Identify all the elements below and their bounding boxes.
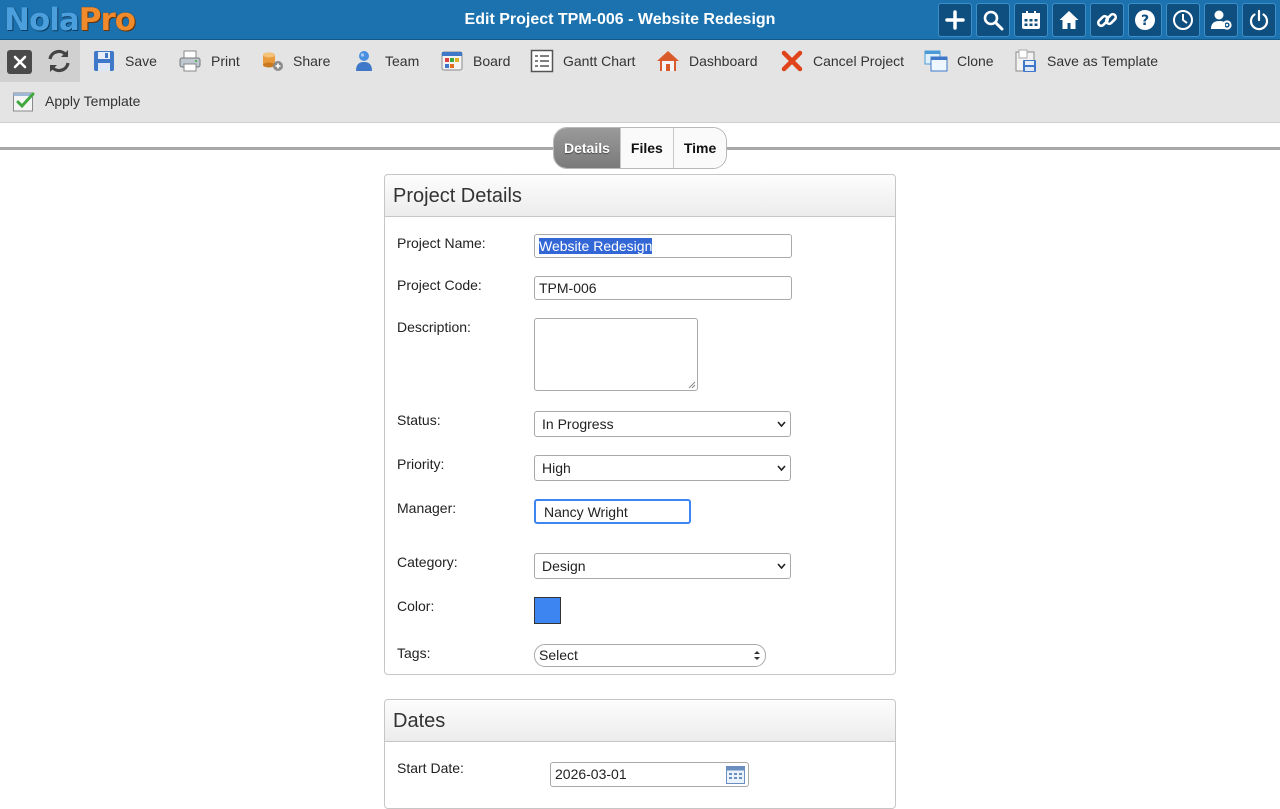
chevron-down-icon — [777, 465, 786, 472]
start-date-value: 2026-03-01 — [555, 766, 627, 782]
gantt-chart-button[interactable]: Gantt Chart — [530, 41, 635, 81]
tab-details[interactable]: Details — [554, 128, 620, 168]
cancel-project-label: Cancel Project — [813, 53, 905, 69]
close-icon[interactable] — [7, 50, 32, 74]
team-label: Team — [385, 53, 420, 69]
dates-panel: Dates Start Date: 2026-03-01 — [384, 699, 896, 809]
gantt-chart-label: Gantt Chart — [563, 53, 636, 69]
save-button[interactable]: Save — [92, 41, 157, 81]
page-title: Edit Project TPM-006 - Website Redesign — [464, 11, 776, 28]
save-template-icon — [1015, 49, 1036, 72]
plus-icon[interactable] — [938, 3, 972, 37]
user-settings-icon[interactable] — [1204, 3, 1238, 37]
share-icon — [263, 52, 283, 71]
category-value: Design — [542, 558, 586, 574]
view-tabs: Details Files Time — [553, 127, 728, 169]
project-name-value: Website Redesign — [539, 238, 653, 254]
manager-input[interactable]: Nancy Wright — [534, 499, 691, 524]
clone-label: Clone — [957, 53, 994, 69]
print-button[interactable]: Print — [178, 41, 240, 81]
status-select[interactable]: In Progress — [534, 411, 791, 437]
gantt-chart-icon — [530, 49, 554, 73]
cancel-x-icon — [781, 50, 803, 72]
status-label: Status: — [397, 412, 441, 428]
power-icon[interactable] — [1242, 3, 1276, 37]
description-textarea[interactable] — [534, 318, 698, 391]
tags-label: Tags: — [397, 645, 431, 661]
svg-text:?: ? — [1141, 13, 1149, 29]
apply-template-icon — [13, 92, 35, 112]
team-icon — [356, 51, 372, 71]
refresh-icon[interactable] — [45, 47, 73, 75]
sort-arrows-icon — [754, 651, 760, 660]
project-name-input[interactable]: Website Redesign — [534, 234, 792, 258]
toolbar-left-controls — [0, 40, 80, 82]
category-select[interactable]: Design — [534, 553, 791, 579]
status-value: In Progress — [542, 416, 614, 432]
clock-icon[interactable] — [1166, 3, 1200, 37]
clone-icon — [924, 50, 948, 72]
nolapro-logo[interactable]: NolaPro — [4, 1, 136, 39]
apply-template-button[interactable]: Apply Template — [12, 81, 140, 121]
project-name-label: Project Name: — [397, 235, 486, 251]
save-as-template-button[interactable]: Save as Template — [1014, 41, 1158, 81]
share-button[interactable]: Share — [260, 41, 330, 81]
priority-select[interactable]: High — [534, 455, 791, 481]
help-icon[interactable]: ? — [1128, 3, 1162, 37]
description-label: Description: — [397, 319, 471, 335]
home-icon[interactable] — [1052, 3, 1086, 37]
share-label: Share — [293, 53, 331, 69]
dashboard-home-icon — [657, 51, 679, 71]
dates-heading: Dates — [385, 700, 895, 742]
link-icon[interactable] — [1090, 3, 1124, 37]
color-label: Color: — [397, 598, 435, 614]
cancel-project-button[interactable]: Cancel Project — [780, 41, 904, 81]
save-icon — [94, 51, 114, 71]
print-label: Print — [211, 53, 240, 69]
start-date-label: Start Date: — [397, 760, 464, 776]
header-icon-bar: ? — [934, 3, 1276, 37]
project-code-label: Project Code: — [397, 277, 482, 293]
dashboard-label: Dashboard — [689, 53, 758, 69]
priority-label: Priority: — [397, 456, 445, 472]
apply-template-label: Apply Template — [45, 93, 141, 109]
printer-icon — [179, 50, 201, 72]
save-as-template-label: Save as Template — [1047, 53, 1159, 69]
project-details-heading: Project Details — [385, 175, 895, 217]
tags-value: Select — [539, 647, 578, 663]
calendar-picker-icon[interactable] — [726, 765, 745, 784]
team-button[interactable]: Team — [352, 41, 419, 81]
start-date-input[interactable]: 2026-03-01 — [550, 762, 749, 787]
color-swatch[interactable] — [534, 597, 561, 624]
chevron-down-icon — [777, 563, 786, 570]
category-label: Category: — [397, 554, 458, 570]
dashboard-button[interactable]: Dashboard — [656, 41, 758, 81]
board-icon — [441, 51, 463, 71]
manager-label: Manager: — [397, 500, 457, 516]
resize-grip-icon[interactable] — [687, 380, 696, 389]
save-label: Save — [125, 53, 157, 69]
project-details-panel: Project Details Project Name: Website Re… — [384, 174, 896, 675]
board-button[interactable]: Board — [440, 41, 510, 81]
tab-files[interactable]: Files — [619, 128, 673, 168]
board-label: Board — [473, 53, 511, 69]
action-toolbar: Save Print Share Team Board Gantt Chart … — [0, 40, 1280, 123]
search-icon[interactable] — [976, 3, 1010, 37]
chevron-down-icon — [777, 421, 786, 428]
priority-value: High — [542, 460, 571, 476]
tags-select[interactable]: Select — [534, 644, 766, 667]
tab-time[interactable]: Time — [672, 128, 727, 168]
clone-button[interactable]: Clone — [924, 41, 994, 81]
calendar-icon[interactable] — [1014, 3, 1048, 37]
project-code-input[interactable]: TPM-006 — [534, 276, 792, 300]
app-header: NolaPro Edit Project TPM-006 - Website R… — [0, 0, 1280, 40]
